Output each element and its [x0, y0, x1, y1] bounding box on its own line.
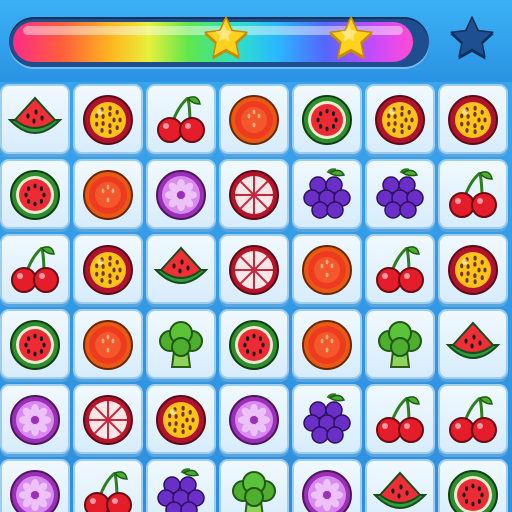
tile-grapes[interactable] [292, 384, 362, 454]
tile-passion-fruit[interactable] [438, 84, 508, 154]
tile-cherries[interactable] [365, 384, 435, 454]
tile-blood-orange[interactable] [73, 159, 143, 229]
tile-broccoli[interactable] [365, 309, 435, 379]
tile-dragon-fruit[interactable] [146, 159, 216, 229]
tile-cherries[interactable] [365, 234, 435, 304]
tile-watermelon-slice[interactable] [438, 309, 508, 379]
tile-passion-fruit[interactable] [365, 84, 435, 154]
tile-kiwi-melon[interactable] [292, 84, 362, 154]
tile-blood-orange[interactable] [73, 309, 143, 379]
tile-cherries[interactable] [438, 159, 508, 229]
tile-kiwi-melon[interactable] [438, 459, 508, 512]
tile-passion-fruit[interactable] [73, 234, 143, 304]
tile-cherries[interactable] [73, 459, 143, 512]
tile-broccoli[interactable] [146, 309, 216, 379]
tile-grapes[interactable] [292, 159, 362, 229]
tile-cherries[interactable] [438, 384, 508, 454]
tile-watermelon-slice[interactable] [365, 459, 435, 512]
fruit-board [0, 84, 512, 512]
tile-dragon-fruit[interactable] [292, 459, 362, 512]
tile-grapes[interactable] [146, 459, 216, 512]
star-3-icon [446, 14, 498, 64]
star-1-icon [200, 14, 252, 64]
game-screen [0, 0, 512, 512]
tile-dragon-fruit[interactable] [0, 459, 70, 512]
star-2-icon [325, 14, 377, 64]
tile-kiwi-melon[interactable] [0, 309, 70, 379]
tile-grapefruit[interactable] [219, 234, 289, 304]
tile-broccoli[interactable] [219, 459, 289, 512]
tile-watermelon-slice[interactable] [0, 84, 70, 154]
tile-blood-orange[interactable] [292, 309, 362, 379]
tile-grapefruit[interactable] [219, 159, 289, 229]
tile-blood-orange[interactable] [292, 234, 362, 304]
tile-cherries[interactable] [0, 234, 70, 304]
tile-passion-fruit[interactable] [73, 84, 143, 154]
tile-dragon-fruit[interactable] [0, 384, 70, 454]
tile-passion-fruit[interactable] [438, 234, 508, 304]
tile-cherries[interactable] [146, 84, 216, 154]
top-bar [0, 0, 512, 82]
tile-passion-fruit[interactable] [146, 384, 216, 454]
tile-grapes[interactable] [365, 159, 435, 229]
tile-blood-orange[interactable] [219, 84, 289, 154]
tile-watermelon-slice[interactable] [146, 234, 216, 304]
tile-kiwi-melon[interactable] [0, 159, 70, 229]
tile-kiwi-melon[interactable] [219, 309, 289, 379]
tile-grapefruit[interactable] [73, 384, 143, 454]
tile-dragon-fruit[interactable] [219, 384, 289, 454]
